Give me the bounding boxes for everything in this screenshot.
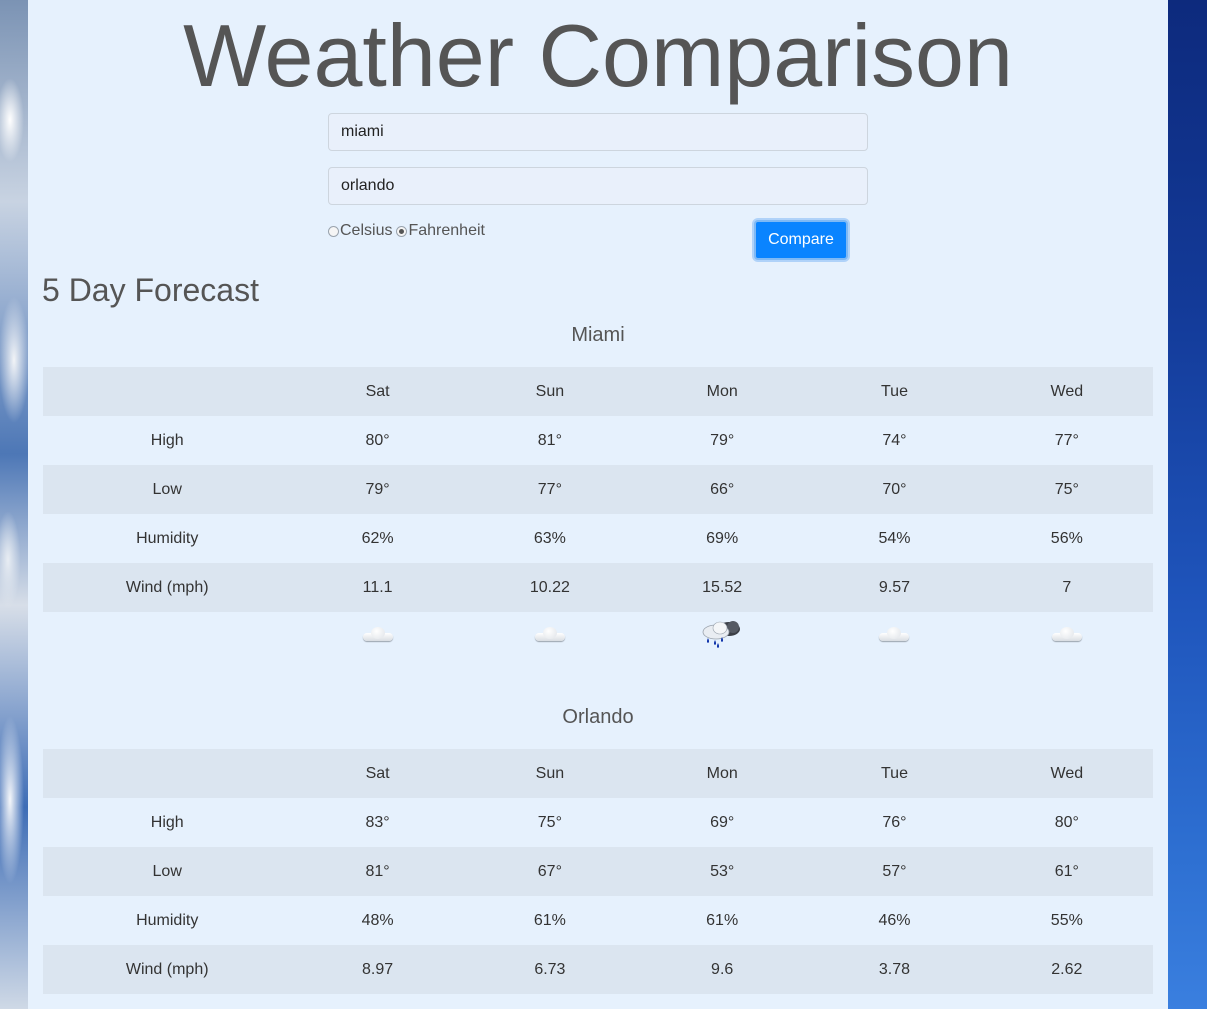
fahrenheit-label: Fahrenheit <box>408 222 485 239</box>
page-title: Weather Comparison <box>183 6 1013 105</box>
cloud-icon <box>1050 627 1084 641</box>
table-cell: 61% <box>533 911 566 929</box>
table-cell: 57° <box>808 847 981 896</box>
city-name-miami: Miami <box>571 324 625 346</box>
table-cell: 53° <box>636 847 809 896</box>
table-cell: 70° <box>808 465 981 514</box>
city-name-orlando: Orlando <box>562 706 634 728</box>
forecast-table-orlando: Sat Sun Mon Tue Wed High 83° 75° 69° 76°… <box>43 749 1153 994</box>
cloud-icon <box>877 627 911 641</box>
table-cell: 81° <box>537 431 562 449</box>
table-cell: 61% <box>706 911 739 929</box>
day-header: Tue <box>808 367 981 416</box>
table-row-low: Low 81° 67° 53° 57° 61° <box>43 847 1153 896</box>
icon-cell-empty <box>43 612 291 661</box>
table-cell: 48% <box>361 911 394 929</box>
row-label: Humidity <box>136 529 199 547</box>
table-cell: 7 <box>980 563 1153 612</box>
table-cell: 75° <box>980 465 1153 514</box>
table-cell: 74° <box>882 431 907 449</box>
row-label: High <box>150 431 184 449</box>
table-cell: 62% <box>361 529 394 547</box>
table-cell: 3.78 <box>808 945 981 994</box>
table-cell: 66° <box>636 465 809 514</box>
table-cell: 69% <box>706 529 739 547</box>
table-row-wind: Wind (mph) 8.97 6.73 9.6 3.78 2.62 <box>43 945 1153 994</box>
city1-input[interactable] <box>328 113 868 151</box>
table-cell: 54% <box>878 529 911 547</box>
table-cell: 69° <box>710 813 735 831</box>
table-cell: 79° <box>710 431 735 449</box>
table-cell: 11.1 <box>291 563 464 612</box>
cloud-icon <box>361 627 395 641</box>
row-label: Low <box>43 465 292 514</box>
table-cell: 6.73 <box>463 945 637 994</box>
background-sky-right <box>1168 0 1207 1009</box>
row-label: Humidity <box>136 911 199 929</box>
day-header: Tue <box>808 749 981 798</box>
main-panel: Weather Comparison Celsius Fahrenheit Co… <box>28 0 1168 1009</box>
table-row-humidity: Humidity 48% 61% 61% 46% 55% <box>43 896 1153 945</box>
table-cell: 61° <box>980 847 1153 896</box>
row-label: Wind (mph) <box>43 563 292 612</box>
table-cell: 63% <box>533 529 566 547</box>
row-label: Wind (mph) <box>43 945 292 994</box>
table-cell: 8.97 <box>291 945 464 994</box>
cloud-icon <box>533 627 567 641</box>
compare-button[interactable]: Compare <box>754 220 848 260</box>
forecast-table-miami: Sat Sun Mon Tue Wed High 80° 81° 79° 74°… <box>43 367 1153 661</box>
table-cell: 80° <box>365 431 390 449</box>
table-cell: 55% <box>1050 911 1083 929</box>
background-sky-left <box>0 0 28 1009</box>
rain-cloud-icon <box>702 621 741 648</box>
table-cell: 77° <box>1054 431 1079 449</box>
city2-input[interactable] <box>328 167 868 205</box>
table-cell: 83° <box>365 813 390 831</box>
table-cell: 46% <box>878 911 911 929</box>
table-header-row: Sat Sun Mon Tue Wed <box>43 367 1153 416</box>
table-cell: 10.22 <box>463 563 637 612</box>
table-row-humidity: Humidity 62% 63% 69% 54% 56% <box>43 514 1153 563</box>
table-cell: 2.62 <box>980 945 1153 994</box>
table-cell: 79° <box>291 465 464 514</box>
day-header: Wed <box>980 367 1153 416</box>
table-cell: 81° <box>291 847 464 896</box>
table-cell: 77° <box>463 465 637 514</box>
day-header: Sat <box>291 367 464 416</box>
icon-cell <box>636 612 808 661</box>
table-cell: 15.52 <box>636 563 809 612</box>
row-label: Low <box>43 847 292 896</box>
day-header: Wed <box>980 749 1153 798</box>
table-cell: 80° <box>1054 813 1079 831</box>
day-header: Sun <box>463 749 637 798</box>
table-row-low: Low 79° 77° 66° 70° 75° <box>43 465 1153 514</box>
unit-selector: Celsius Fahrenheit <box>328 222 485 240</box>
table-row-high: High 83° 75° 69° 76° 80° <box>43 798 1153 847</box>
icon-cell <box>808 612 980 661</box>
header-cell-empty <box>43 367 292 416</box>
icon-cell <box>981 612 1153 661</box>
icon-cell <box>464 612 636 661</box>
table-row-wind: Wind (mph) 11.1 10.22 15.52 9.57 7 <box>43 563 1153 612</box>
table-cell: 9.6 <box>636 945 809 994</box>
table-cell: 75° <box>537 813 562 831</box>
header-cell-empty <box>43 749 292 798</box>
day-header: Mon <box>636 367 809 416</box>
table-cell: 56% <box>1050 529 1083 547</box>
fahrenheit-radio[interactable] <box>396 225 408 237</box>
table-header-row: Sat Sun Mon Tue Wed <box>43 749 1153 798</box>
forecast-heading: 5 Day Forecast <box>42 272 259 308</box>
table-row-icons <box>43 612 1153 661</box>
icon-cell <box>291 612 463 661</box>
table-cell: 9.57 <box>808 563 981 612</box>
celsius-radio[interactable] <box>328 225 339 237</box>
day-header: Sun <box>463 367 637 416</box>
table-cell: 76° <box>882 813 907 831</box>
row-label: High <box>150 813 184 831</box>
day-header: Mon <box>636 749 809 798</box>
table-row-high: High 80° 81° 79° 74° 77° <box>43 416 1153 465</box>
day-header: Sat <box>291 749 464 798</box>
celsius-label: Celsius <box>340 222 393 239</box>
table-cell: 67° <box>463 847 637 896</box>
